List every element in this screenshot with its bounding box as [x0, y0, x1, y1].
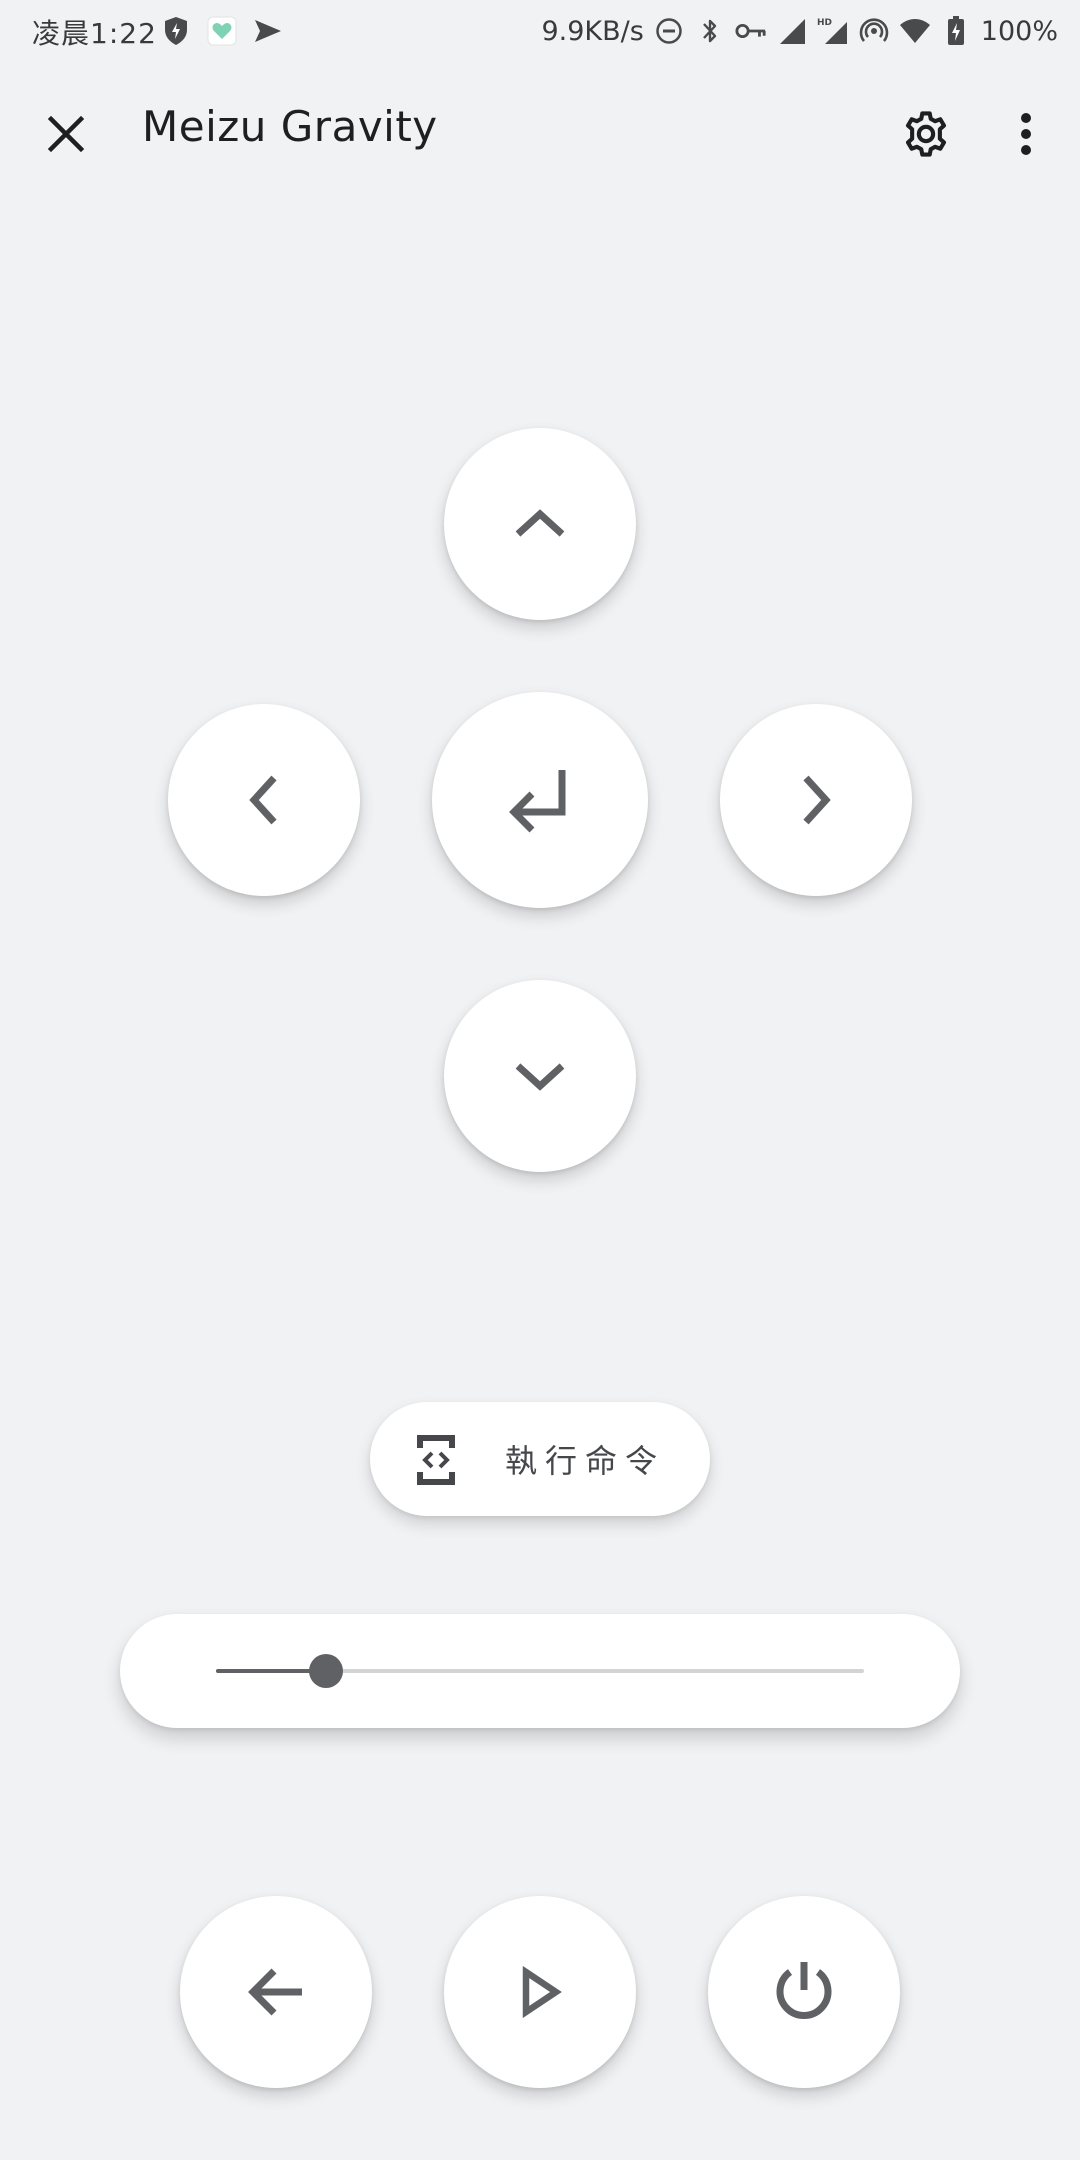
more-vert-icon: [1019, 112, 1033, 160]
page-title: Meizu Gravity: [142, 102, 438, 151]
status-time: 凌晨1:22: [32, 17, 157, 50]
send-icon: [252, 15, 284, 47]
chevron-down-icon: [510, 1056, 570, 1096]
more-options-button[interactable]: [986, 96, 1066, 176]
bluetooth-icon: [694, 15, 726, 47]
wifi-icon: [899, 15, 931, 47]
play-button[interactable]: [444, 1896, 636, 2088]
slider-track[interactable]: [216, 1654, 864, 1688]
execute-command-label: 執行命令: [505, 1442, 666, 1480]
execute-command-button[interactable]: 執行命令: [370, 1402, 710, 1516]
gear-icon: [900, 108, 952, 164]
chevron-up-icon: [510, 504, 570, 544]
chevron-right-icon: [796, 770, 836, 830]
security-shield-icon: [160, 15, 192, 47]
signal-icon: HD: [817, 15, 849, 47]
app-bar: Meizu Gravity: [0, 72, 1080, 192]
dpad-up-button[interactable]: [444, 428, 636, 620]
code-brackets-icon: [416, 1434, 456, 1486]
vpn-key-icon: [735, 15, 767, 47]
do-not-disturb-icon: [653, 15, 685, 47]
enter-button[interactable]: [432, 692, 648, 908]
battery-charging-icon: [940, 15, 972, 47]
power-button[interactable]: [708, 1896, 900, 2088]
close-button[interactable]: [26, 96, 106, 176]
signal-hd-icon: [776, 15, 808, 47]
status-bar: 凌晨1:22 9.9KB/s HD 100%: [0, 0, 1080, 62]
chevron-left-icon: [244, 770, 284, 830]
battery-percent: 100%: [980, 15, 1058, 47]
back-button[interactable]: [180, 1896, 372, 2088]
enter-return-icon: [504, 764, 576, 836]
status-right: 9.9KB/s HD 100%: [541, 12, 1058, 50]
dpad-down-button[interactable]: [444, 980, 636, 1172]
hotspot-icon: [858, 15, 890, 47]
play-icon: [516, 1966, 564, 2018]
dpad-left-button[interactable]: [168, 704, 360, 896]
status-left-icons: [160, 14, 284, 48]
settings-button[interactable]: [886, 96, 966, 176]
svg-text:HD: HD: [817, 18, 832, 28]
network-speed: 9.9KB/s: [541, 15, 644, 47]
slider-thumb[interactable]: [309, 1654, 344, 1688]
dpad-right-button[interactable]: [720, 704, 912, 896]
arrow-back-icon: [244, 1964, 308, 2020]
heart-app-icon: [206, 15, 238, 47]
close-icon: [46, 114, 86, 158]
slider-card: [120, 1614, 960, 1728]
power-icon: [768, 1956, 840, 2028]
